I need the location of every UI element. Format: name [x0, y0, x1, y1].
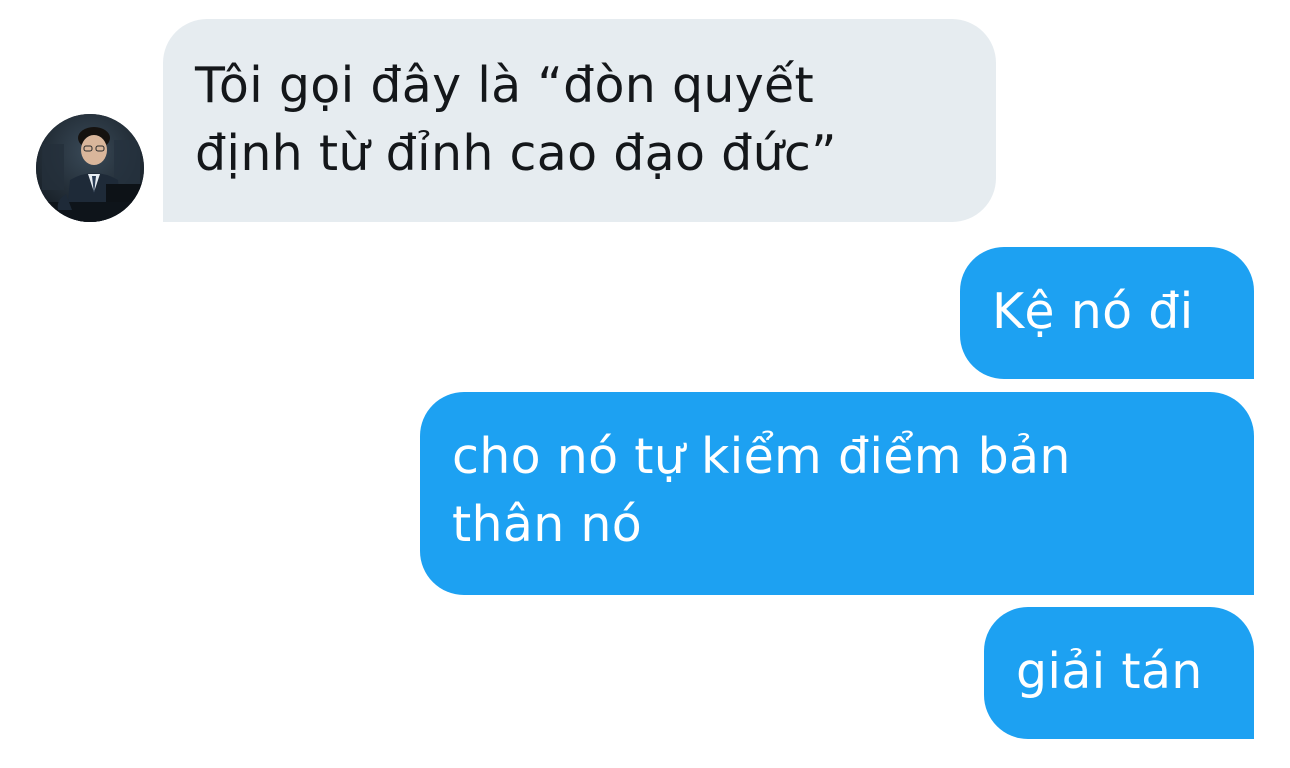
outgoing-message-bubble[interactable]: Kệ nó đi [960, 247, 1254, 379]
outgoing-message-bubble[interactable]: giải tán [984, 607, 1254, 739]
incoming-message-bubble[interactable]: Tôi gọi đây là “đòn quyết định từ đỉnh c… [163, 19, 996, 222]
sender-avatar[interactable] [36, 114, 144, 222]
message-thread: Tôi gọi đây là “đòn quyết định từ đỉnh c… [0, 0, 1290, 768]
outgoing-message-bubble[interactable]: cho nó tự kiểm điểm bản thân nó [420, 392, 1254, 595]
avatar-photo-icon [36, 114, 144, 222]
